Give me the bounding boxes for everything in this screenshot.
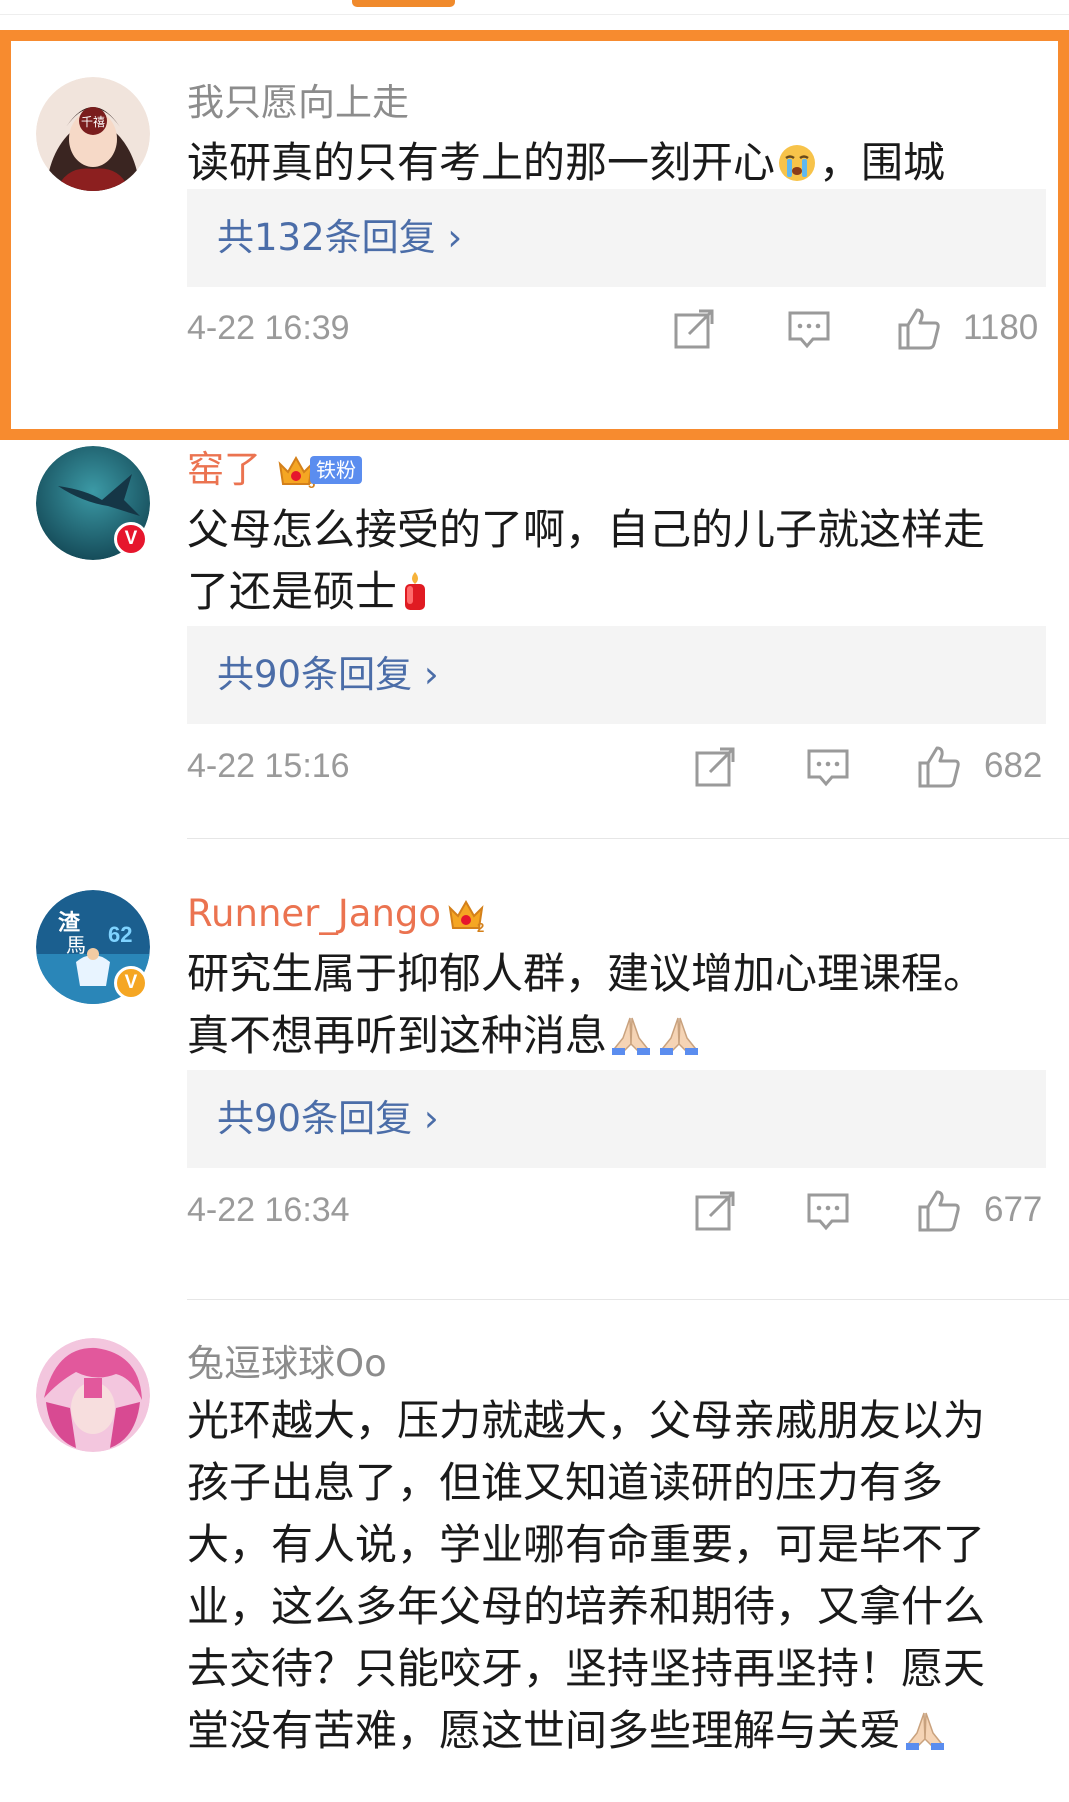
username[interactable]: 兔逗球球Oo <box>187 1342 387 1386</box>
top-tab-strip <box>0 0 1069 15</box>
comment-footer: 4-22 15:16 682 <box>0 736 1069 796</box>
comment-text-line-last: 堂没有苦难，愿这世间多些理解与关爱 <box>187 1700 1047 1768</box>
view-replies-button[interactable]: 共132条回复 › <box>187 189 1046 287</box>
like-thumb-icon[interactable] <box>896 306 942 352</box>
praying-hands-emoji-icon <box>903 1706 947 1768</box>
share-icon[interactable] <box>671 306 717 352</box>
comment-text-line: 研究生属于抑郁人群，建议增加心理课程。 <box>187 949 986 998</box>
replies-count-label: 共90条回复 › <box>217 1097 439 1140</box>
comment-footer: 4-22 16:39 1180 <box>0 298 1069 358</box>
crown-level: 2 <box>477 920 484 934</box>
replies-count-label: 共90条回复 › <box>217 653 439 696</box>
comment-footer: 4-22 16:34 677 <box>0 1180 1069 1240</box>
view-replies-button[interactable]: 共90条回复 › <box>187 1070 1046 1168</box>
comment-text: 光环越大，压力就越大，父母亲戚朋友以为 孩子出息了，但谁又知道读研的压力有多 大… <box>187 1390 1047 1768</box>
svg-text:馬: 馬 <box>66 933 86 957</box>
timestamp: 4-22 15:16 <box>187 747 350 785</box>
view-replies-button[interactable]: 共90条回复 › <box>187 626 1046 724</box>
comment-divider <box>187 1299 1069 1300</box>
comment-text-tail: ，围城 <box>819 138 946 187</box>
comment-divider <box>187 838 1069 839</box>
praying-hands-emoji-icon <box>657 1011 701 1073</box>
user-badges: 5 铁粉 <box>276 448 362 492</box>
comment-item: 渣 馬 62 V Runner_Jango 2 研究生属于抑郁人群，建议增加心理… <box>0 880 1069 1300</box>
comment-icon[interactable] <box>786 306 832 352</box>
comment-item-highlighted: 千禧 我只愿向上走 读研真的只有考上的那一刻开心 ，围城 共132条回复 › 4-… <box>0 30 1069 440</box>
comment-text-line: 业，这么多年父母的培养和期待，又拿什么 <box>187 1582 986 1631</box>
crown-icon: 2 <box>448 899 484 934</box>
like-count: 1180 <box>963 308 1039 347</box>
like-count: 677 <box>984 1190 1043 1229</box>
comment-icon[interactable] <box>805 744 851 790</box>
svg-text:千禧: 千禧 <box>81 115 105 129</box>
verified-badge-icon: V <box>114 966 148 1000</box>
comment-item: 兔逗球球Oo 光环越大，压力就越大，父母亲戚朋友以为 孩子出息了，但谁又知道读研… <box>0 1330 1069 1802</box>
svg-text:62: 62 <box>108 922 132 947</box>
comment-text-line-last-text: 堂没有苦难，愿这世间多些理解与关爱 <box>187 1706 902 1755</box>
avatar[interactable]: 千禧 <box>36 77 150 191</box>
comment-text-line: 大，有人说，学业哪有命重要，可是毕不了 <box>187 1520 986 1569</box>
like-thumb-icon[interactable] <box>916 1188 962 1234</box>
comment-text: 父母怎么接受的了啊，自己的儿子就这样走 了还是硕士 <box>187 499 1047 629</box>
like-thumb-icon[interactable] <box>916 744 962 790</box>
verified-badge-icon: V <box>114 522 148 556</box>
comment-text-line: 父母怎么接受的了啊，自己的儿子就这样走 <box>187 505 986 554</box>
comment-text-line-2: 真不想再听到这种消息 <box>187 1005 1047 1073</box>
avatar[interactable] <box>36 1338 150 1452</box>
user-badges: 2 <box>446 892 486 936</box>
praying-hands-emoji-icon <box>609 1011 653 1073</box>
comment-item: V 窑了 5 铁粉 父母怎么接受的了啊，自己的儿子就这样走 了还是硕士 共90条… <box>0 440 1069 840</box>
comment-text-line-2-text: 了还是硕士 <box>187 567 398 616</box>
comment-text-line-2: 了还是硕士 <box>187 561 1047 629</box>
replies-count-label: 共132条回复 › <box>217 216 463 259</box>
share-icon[interactable] <box>692 1188 738 1234</box>
like-count: 682 <box>984 746 1043 785</box>
comment-text: 研究生属于抑郁人群，建议增加心理课程。 真不想再听到这种消息 <box>187 943 1047 1073</box>
comment-text-line: 去交待？只能咬牙，坚持坚持再坚持！愿天 <box>187 1644 986 1693</box>
timestamp: 4-22 16:39 <box>187 309 350 347</box>
active-tab-indicator <box>352 0 455 7</box>
comment-text-line-2-text: 真不想再听到这种消息 <box>187 1011 608 1060</box>
timestamp: 4-22 16:34 <box>187 1191 350 1229</box>
comment-text-main: 读研真的只有考上的那一刻开心 <box>187 138 776 187</box>
fan-badge: 铁粉 <box>310 456 362 484</box>
username[interactable]: 我只愿向上走 <box>187 81 409 125</box>
candle-emoji-icon <box>399 567 431 629</box>
comment-icon[interactable] <box>805 1188 851 1234</box>
username[interactable]: 窑了 <box>187 448 261 492</box>
comment-text-line: 孩子出息了，但谁又知道读研的压力有多 <box>187 1458 944 1507</box>
share-icon[interactable] <box>692 744 738 790</box>
comment-text-line: 光环越大，压力就越大，父母亲戚朋友以为 <box>187 1396 986 1445</box>
username[interactable]: Runner_Jango <box>187 892 441 936</box>
